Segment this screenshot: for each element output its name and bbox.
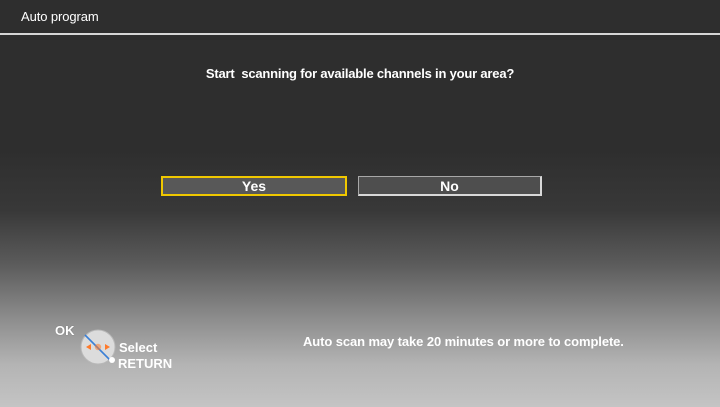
no-button[interactable]: No xyxy=(358,176,542,196)
header-divider xyxy=(0,33,720,35)
header-bar: Auto program xyxy=(0,0,720,35)
ok-hint-label: OK xyxy=(55,323,75,338)
scan-question: Start scanning for available channels in… xyxy=(205,66,515,81)
no-button-label: No xyxy=(440,177,459,194)
yes-button-label: Yes xyxy=(241,178,267,194)
select-hint-label: Select xyxy=(119,340,158,355)
return-hint-label: RETURN xyxy=(118,356,173,371)
page-title: Auto program xyxy=(21,9,99,24)
auto-program-screen: { "header": { "title": "Auto program" },… xyxy=(0,0,720,407)
return-dot-icon xyxy=(109,357,115,363)
scan-duration-note: Auto scan may take 20 minutes or more to… xyxy=(303,334,624,349)
yes-button[interactable]: Yes xyxy=(161,176,347,196)
